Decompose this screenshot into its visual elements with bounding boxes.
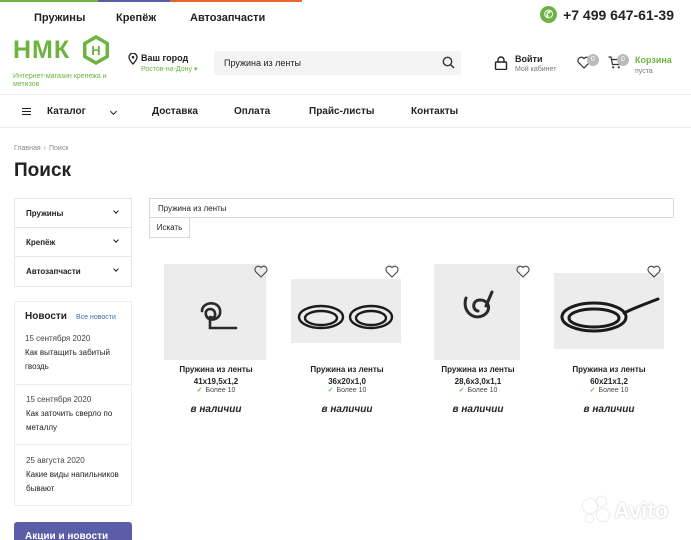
news-item[interactable]: 15 сентября 2020 Как вытащить забитый гв… (14, 301, 132, 385)
top-stripe-purple (98, 0, 170, 2)
news-date: 15 сентября 2020 (25, 334, 91, 343)
news-item-title[interactable]: Как заточить сверло по металлу (26, 407, 126, 435)
account-sub[interactable]: Мой кабинет (515, 66, 556, 73)
topnav-item-fasteners[interactable]: Крепёж (116, 12, 156, 24)
stock-status: ✓ Более 10 (458, 387, 498, 394)
stock-status: ✓ Более 10 (327, 387, 367, 394)
favorite-heart-icon[interactable] (647, 265, 661, 278)
news-item[interactable]: 15 сентября 2020 Как заточить сверло по … (14, 384, 132, 445)
search-value: Пружина из ленты (224, 58, 301, 68)
news-item-title[interactable]: Как вытащить забитый гвоздь (25, 346, 125, 374)
header: НМК Н Интернет-магазин крепежа и метизов… (0, 35, 691, 94)
lock-icon (494, 56, 508, 70)
product-image[interactable] (434, 264, 520, 360)
product-card[interactable]: Пружина из ленты 41х19,5х1,2 ✓ Более 10 в … (156, 262, 276, 422)
chevron-down-icon (113, 266, 119, 272)
favorite-heart-icon[interactable] (254, 265, 268, 278)
topnav-item-springs[interactable]: Пружины (34, 12, 85, 24)
availability-label: в наличии (452, 404, 504, 415)
page-title: Поиск (14, 160, 72, 181)
hamburger-icon (22, 108, 31, 115)
topnav-item-autoparts[interactable]: Автозапчасти (190, 12, 265, 24)
cart-label[interactable]: Корзина (635, 55, 672, 65)
news-date: 15 сентября 2020 (26, 395, 92, 404)
search-input[interactable]: Пружина из ленты (214, 51, 461, 75)
stock-status: ✓ Более 10 (196, 387, 236, 394)
product-name[interactable]: Пружина из ленты 41х19,5х1,2 (156, 364, 276, 388)
breadcrumb-current: Поиск (49, 145, 69, 152)
login-label[interactable]: Войти (515, 54, 542, 64)
phone-icon: ✆ (540, 6, 558, 23)
city-value[interactable]: Ростов-на-Дону ▾ (141, 65, 197, 73)
sidebar-item-label: Пружины (26, 209, 64, 218)
sidebar-categories: Пружины Крепёж Автозапчасти (14, 198, 132, 287)
svg-text:Н: Н (91, 43, 100, 58)
location-pin-icon (128, 53, 138, 65)
avito-logo-icon (583, 497, 611, 525)
sidebar-item-label: Автозапчасти (26, 267, 81, 276)
stock-status: ✓ Более 10 (589, 387, 629, 394)
catalog-label: Каталог (47, 106, 86, 117)
promo-label: Акции и новости (25, 531, 109, 540)
chevron-down-icon (109, 107, 117, 116)
logo[interactable]: НМК Н Интернет-магазин крепежа и метизов (13, 35, 109, 88)
availability-label: в наличии (190, 404, 242, 415)
watermark-text: Avito (614, 498, 669, 523)
sidebar-item-fasteners[interactable]: Крепёж (15, 228, 131, 257)
logo-word: НМК (13, 36, 71, 64)
breadcrumb-home[interactable]: Главная (14, 145, 41, 152)
product-name[interactable]: Пружина из ленты 28,6х3,0х1,1 (418, 364, 538, 388)
phone-number[interactable]: +7 499 647-61-39 (563, 7, 674, 23)
product-card[interactable]: Пружина из ленты 36х20х1,0 ✓ Более 10 в на… (287, 262, 407, 422)
nav-link-payment[interactable]: Оплата (234, 106, 270, 117)
check-icon: ✓ (589, 387, 596, 394)
promo-button[interactable]: Акции и новости (14, 522, 132, 540)
city-label: Ваш город (141, 53, 189, 63)
query-input[interactable]: Пружина из ленты (149, 198, 674, 218)
news-date: 25 августа 2020 (26, 456, 85, 465)
news-item-title[interactable]: Какие виды напильников бывают (26, 468, 126, 496)
product-card[interactable]: Пружина из ленты 60х21х1,2 ✓ Более 10 в на… (549, 262, 669, 422)
chevron-down-icon (113, 208, 119, 214)
product-image[interactable] (291, 279, 401, 343)
phone-block[interactable]: ✆ +7 499 647-61-39 (540, 6, 674, 23)
query-value: Пружина из ленты (158, 204, 227, 213)
cart-label-block[interactable]: Корзина пуста (635, 55, 672, 75)
breadcrumb-separator: › (43, 145, 46, 152)
logo-tagline: Интернет-магазин крепежа и метизов (13, 73, 107, 88)
product-name[interactable]: Пружина из ленты 60х21х1,2 (549, 364, 669, 388)
sidebar-item-autoparts[interactable]: Автозапчасти (15, 257, 131, 286)
check-icon: ✓ (327, 387, 334, 394)
product-name[interactable]: Пружина из ленты 36х20х1,0 (287, 364, 407, 388)
sidebar-item-label: Крепёж (26, 238, 56, 247)
top-bar: Пружины Крепёж Автозапчасти ✆ +7 499 647… (0, 0, 691, 36)
favorite-heart-icon[interactable] (385, 265, 399, 278)
nav-link-price-lists[interactable]: Прайс-листы (309, 106, 374, 117)
logo-hexagon-icon: Н (83, 35, 109, 65)
availability-label: в наличии (321, 404, 373, 415)
chevron-down-icon (113, 237, 119, 243)
top-stripe-orange (170, 0, 302, 2)
catalog-menu[interactable]: Каталог (22, 106, 117, 117)
product-image[interactable] (164, 264, 266, 360)
availability-label: в наличии (583, 404, 635, 415)
check-icon: ✓ (458, 387, 465, 394)
nav-link-contacts[interactable]: Контакты (411, 106, 458, 117)
nav-link-delivery[interactable]: Доставка (152, 106, 198, 117)
cart-count-badge: 0 (617, 54, 629, 66)
top-stripe-green (0, 0, 98, 2)
main-navigation: Каталог Доставка Оплата Прайс-листы Конт… (0, 94, 691, 128)
breadcrumb: Главная › Поиск (14, 145, 68, 152)
search-submit-button[interactable]: Искать (149, 218, 190, 238)
search-icon[interactable] (442, 56, 455, 69)
favorite-heart-icon[interactable] (516, 265, 530, 278)
sidebar-item-springs[interactable]: Пружины (15, 199, 131, 228)
product-card[interactable]: Пружина из ленты 28,6х3,0х1,1 ✓ Более 10 в… (418, 262, 538, 422)
favorites-count-badge: 0 (587, 54, 599, 66)
avito-watermark: Avito (583, 497, 668, 525)
product-image[interactable] (554, 273, 664, 349)
cart-status: пуста (635, 68, 653, 75)
check-icon: ✓ (196, 387, 203, 394)
news-item[interactable]: 25 августа 2020 Какие виды напильников б… (14, 444, 132, 506)
